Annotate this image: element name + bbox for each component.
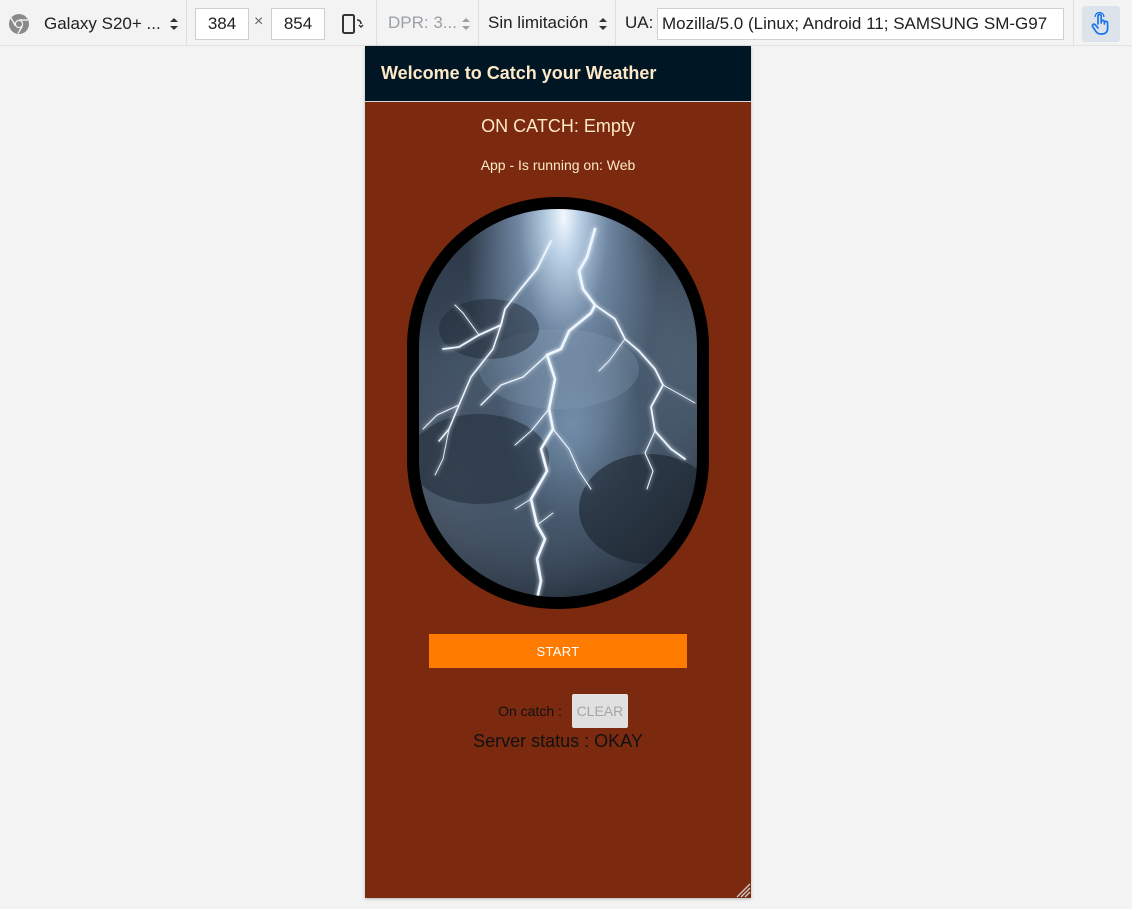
dropdown-arrows-icon [170, 18, 178, 30]
toolbar-divider [615, 0, 616, 46]
toolbar-divider [478, 0, 479, 46]
height-value: 854 [283, 14, 313, 33]
toolbar-divider [1073, 0, 1074, 46]
rotate-icon[interactable] [340, 12, 364, 36]
touch-hand-icon [1091, 12, 1109, 35]
height-input[interactable]: 854 [271, 8, 325, 40]
on-catch-row: On catch : CLEAR [365, 694, 751, 728]
toolbar-divider [186, 0, 187, 46]
platform-info: App - Is running on: Web [480, 157, 636, 173]
width-value: 384 [207, 14, 237, 33]
user-agent-value: Mozilla/5.0 (Linux; Android 11; SAMSUNG … [662, 14, 1048, 33]
times-sign: × [254, 13, 264, 30]
touch-emulation-button[interactable] [1082, 6, 1120, 42]
dpr-select[interactable]: DPR: 3... [388, 13, 457, 33]
resize-handle-icon[interactable] [733, 880, 751, 898]
lightning-storm-image [419, 209, 697, 597]
start-button[interactable]: START [429, 634, 687, 668]
dropdown-arrows-icon [599, 18, 607, 30]
device-mode-icon [9, 14, 29, 34]
dropdown-arrows-icon [462, 18, 470, 30]
emulated-viewport: Welcome to Catch your Weather ON CATCH: … [365, 46, 751, 898]
toolbar-divider [376, 0, 377, 46]
user-agent-input[interactable]: Mozilla/5.0 (Linux; Android 11; SAMSUNG … [657, 8, 1064, 40]
devtools-device-toolbar: Galaxy S20+ ... 384 × 854 DPR: 3... Sin … [0, 0, 1132, 46]
device-select[interactable]: Galaxy S20+ ... [44, 12, 161, 36]
catch-status: ON CATCH: Empty [481, 116, 635, 136]
clear-button[interactable]: CLEAR [571, 694, 628, 728]
porthole-frame [407, 197, 709, 609]
throttling-select[interactable]: Sin limitación [488, 13, 588, 33]
app-title: Welcome to Catch your Weather [381, 63, 657, 83]
width-input[interactable]: 384 [195, 8, 249, 40]
ua-label: UA: [625, 13, 654, 32]
device-name: Galaxy S20+ ... [44, 14, 161, 33]
on-catch-label: On catch : [498, 703, 562, 719]
app-header: Welcome to Catch your Weather [365, 46, 751, 102]
server-status: Server status : OKAY [473, 731, 643, 751]
